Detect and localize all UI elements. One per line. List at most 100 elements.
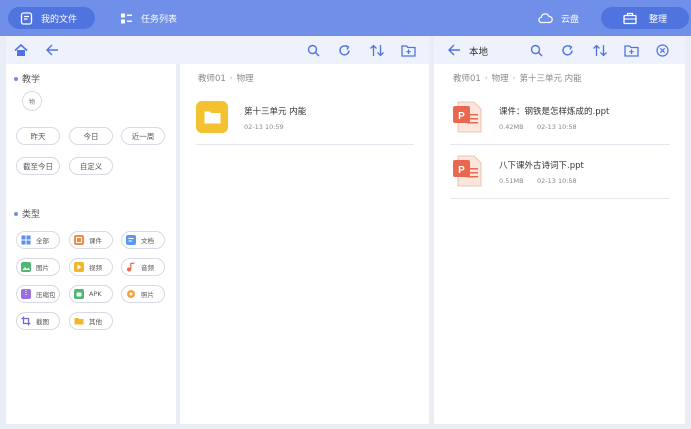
ppt-file-icon: P xyxy=(450,154,484,192)
organize-button[interactable]: 整理 xyxy=(601,7,689,29)
cloud-tab[interactable]: 云盘 xyxy=(525,7,595,29)
time-tag-today[interactable]: 今日 xyxy=(69,127,113,145)
file-name: 课件：钢铁是怎样炼成的.ppt xyxy=(499,107,610,117)
document-icon xyxy=(20,11,33,25)
file-name: 第十三单元 内能 xyxy=(244,107,307,117)
breadcrumb-item[interactable]: 教师01 xyxy=(198,72,226,84)
type-screenshot-label: 截图 xyxy=(36,318,49,326)
chevron-right-icon: › xyxy=(512,74,516,82)
subject-section: 教学 xyxy=(14,72,40,85)
type-section-label: 类型 xyxy=(22,210,41,220)
local-toolbar: 本地 xyxy=(434,36,685,64)
type-video-label: 视频 xyxy=(89,264,102,272)
ppt-file-icon: P xyxy=(450,100,484,138)
time-tag-until-today[interactable]: 截至今日 xyxy=(16,157,60,175)
time-tag-custom[interactable]: 自定义 xyxy=(69,157,113,175)
grid-icon xyxy=(21,235,31,245)
crop-icon xyxy=(21,316,31,326)
type-photo[interactable]: 照片 xyxy=(121,285,165,303)
toolbox-icon xyxy=(623,12,637,25)
section-dot xyxy=(14,76,18,81)
file-size: 0.42MB xyxy=(499,123,524,131)
local-title: 本地 xyxy=(469,47,489,58)
back-arrow-icon[interactable] xyxy=(447,43,461,57)
organize-label: 整理 xyxy=(649,14,668,25)
search-icon[interactable] xyxy=(529,43,543,57)
divider xyxy=(450,144,670,145)
music-note-icon xyxy=(126,262,136,272)
subject-tag[interactable]: 物 xyxy=(22,91,42,111)
filter-panel: 教学 物 昨天 今日 近一周 截至今日 自定义 类型 全部 课件 文档 图片 视… xyxy=(6,64,176,424)
archive-icon xyxy=(21,289,31,299)
home-icon[interactable] xyxy=(14,43,28,57)
section-dot xyxy=(14,211,18,216)
refresh-icon[interactable] xyxy=(337,43,351,57)
list-item[interactable]: P 课件：钢铁是怎样炼成的.ppt 0.42MB 02-13 10:58 xyxy=(450,100,670,144)
file-list-panel: 教师01 › 物理 第十三单元 内能 02-13 10:59 xyxy=(180,64,429,424)
video-icon xyxy=(74,262,84,272)
chevron-right-icon: › xyxy=(229,74,233,82)
type-screenshot[interactable]: 截图 xyxy=(16,312,60,330)
new-folder-icon[interactable] xyxy=(623,43,639,57)
refresh-icon[interactable] xyxy=(560,43,574,57)
divider xyxy=(450,198,670,199)
type-document[interactable]: 文档 xyxy=(121,231,165,249)
time-tag-yesterday[interactable]: 昨天 xyxy=(16,127,60,145)
subject-section-label: 教学 xyxy=(22,75,41,85)
task-list-label: 任务列表 xyxy=(141,14,178,25)
type-other-label: 其他 xyxy=(89,318,102,326)
list-icon xyxy=(120,12,133,25)
local-panel: 教师01 › 物理 › 第十三单元 内能 P 课件：钢铁是怎样炼成的.ppt 0… xyxy=(434,64,685,424)
image-icon xyxy=(21,262,31,272)
type-photo-label: 照片 xyxy=(141,291,154,299)
type-archive[interactable]: 压缩包 xyxy=(16,285,60,303)
document-icon xyxy=(126,235,136,245)
divider xyxy=(196,144,414,145)
breadcrumb-item[interactable]: 教师01 xyxy=(453,72,481,84)
svg-text:P: P xyxy=(458,165,465,176)
type-apk[interactable]: APK xyxy=(69,285,113,303)
type-video[interactable]: 视频 xyxy=(69,258,113,276)
breadcrumb: 教师01 › 物理 xyxy=(198,72,254,84)
time-tag-week[interactable]: 近一周 xyxy=(121,127,165,145)
file-name: 八下课外古诗词下.ppt xyxy=(499,161,584,171)
type-image[interactable]: 图片 xyxy=(16,258,60,276)
type-courseware[interactable]: 课件 xyxy=(69,231,113,249)
back-arrow-icon[interactable] xyxy=(45,43,59,57)
type-archive-label: 压缩包 xyxy=(36,291,56,299)
svg-text:P: P xyxy=(458,111,465,122)
my-files-label: 我的文件 xyxy=(41,14,78,25)
breadcrumb-item[interactable]: 物理 xyxy=(492,72,509,84)
type-other[interactable]: 其他 xyxy=(69,312,113,330)
cloud-icon xyxy=(537,12,553,24)
file-date: 02-13 10:58 xyxy=(537,123,577,131)
file-date: 02-13 10:59 xyxy=(244,123,284,131)
type-courseware-label: 课件 xyxy=(89,237,102,245)
cloud-label: 云盘 xyxy=(561,14,580,25)
breadcrumb-item[interactable]: 第十三单元 内能 xyxy=(519,72,581,84)
type-image-label: 图片 xyxy=(36,264,49,272)
breadcrumb: 教师01 › 物理 › 第十三单元 内能 xyxy=(453,72,582,84)
folder-icon xyxy=(196,101,228,133)
sort-icon[interactable] xyxy=(368,43,386,57)
type-document-label: 文档 xyxy=(141,237,154,245)
sort-icon[interactable] xyxy=(591,43,609,57)
type-all-label: 全部 xyxy=(36,237,49,245)
list-item[interactable]: P 八下课外古诗词下.ppt 0.51MB 02-13 10:58 xyxy=(450,154,670,198)
top-bar: 我的文件 任务列表 云盘 整理 xyxy=(0,0,691,36)
explorer-toolbar xyxy=(6,36,429,64)
flower-icon xyxy=(126,289,136,299)
task-list-tab[interactable]: 任务列表 xyxy=(108,7,198,29)
type-apk-label: APK xyxy=(89,290,102,298)
search-icon[interactable] xyxy=(306,43,320,57)
list-item[interactable]: 第十三单元 内能 02-13 10:59 xyxy=(196,100,414,144)
type-all[interactable]: 全部 xyxy=(16,231,60,249)
file-size: 0.51MB xyxy=(499,177,524,185)
new-folder-icon[interactable] xyxy=(400,43,416,57)
close-icon[interactable] xyxy=(655,43,669,57)
my-files-tab[interactable]: 我的文件 xyxy=(8,7,95,29)
breadcrumb-item[interactable]: 物理 xyxy=(237,72,254,84)
type-audio[interactable]: 音频 xyxy=(121,258,165,276)
type-section: 类型 xyxy=(14,207,40,220)
file-date: 02-13 10:58 xyxy=(537,177,577,185)
